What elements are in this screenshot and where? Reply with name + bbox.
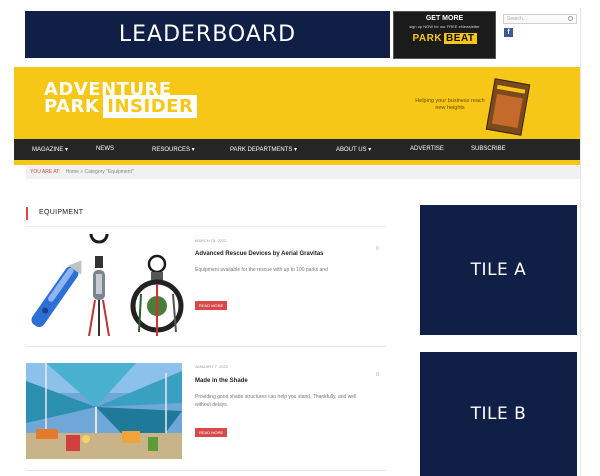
post-thumbnail-rescue-gear[interactable] xyxy=(29,234,186,336)
post-excerpt: Providing good shade structures can help… xyxy=(195,394,357,408)
search-icon[interactable] xyxy=(568,16,573,21)
post-thumbnail-shade-structure[interactable] xyxy=(26,363,182,459)
page-right-border xyxy=(580,8,581,476)
nav-item-advertise[interactable]: ADVERTISE xyxy=(410,146,444,152)
tile-b-ad[interactable]: TILE B xyxy=(420,352,577,476)
post-title-link[interactable]: Made in the Shade xyxy=(195,378,375,384)
promo-brand: PARK BEAT xyxy=(394,33,495,44)
nav-item-resources[interactable]: RESOURCES ▾ xyxy=(152,146,195,153)
read-more-button[interactable]: READ MORE xyxy=(195,301,228,310)
promo-brand-beat: BEAT xyxy=(444,33,477,44)
nav-item-park-departments[interactable]: PARK DEPARTMENTS ▾ xyxy=(230,146,297,153)
post-separator xyxy=(26,346,386,347)
promo-brand-word: PARK xyxy=(412,33,443,44)
read-more-button[interactable]: READ MORE xyxy=(195,428,228,437)
post-excerpt: Equipment available for the rescue with … xyxy=(195,267,328,273)
breadcrumb-current: Category "Equipment" xyxy=(84,169,134,175)
post-date: JANUARY 7, 2022 xyxy=(195,364,228,369)
nav-item-magazine[interactable]: MAGAZINE ▾ xyxy=(32,146,68,153)
tile-a-ad[interactable]: TILE A xyxy=(420,205,577,335)
main-nav: MAGAZINE ▾ NEWS RESOURCES ▾ PARK DEPARTM… xyxy=(14,139,580,160)
facebook-icon[interactable]: f xyxy=(504,28,513,37)
post-title-link[interactable]: Advanced Rescue Devices by Aerial Gravit… xyxy=(195,251,375,257)
breadcrumb-home-link[interactable]: Home xyxy=(66,169,79,175)
search-input[interactable]: Search... xyxy=(503,14,577,24)
nav-item-news[interactable]: NEWS xyxy=(96,146,114,152)
post-date: MARCH 15, 2022 xyxy=(195,238,227,243)
tagline: Helping your business reach new heights xyxy=(415,98,485,111)
breadcrumb-separator: » xyxy=(80,169,84,175)
leaderboard-ad[interactable]: LEADERBOARD xyxy=(25,11,390,58)
post-separator xyxy=(26,470,386,471)
newsletter-promo-ad[interactable]: GET MORE sign up NOW for our FREE eNewsl… xyxy=(393,11,496,59)
comments-count[interactable]: 0 xyxy=(376,246,379,252)
comments-count[interactable]: 0 xyxy=(376,372,379,378)
promo-subline: sign up NOW for our FREE eNewsletter xyxy=(409,24,480,29)
section-divider xyxy=(26,226,386,227)
section-accent-bar xyxy=(26,207,28,220)
nav-item-subscribe[interactable]: SUBSCRIBE xyxy=(471,146,506,152)
search-placeholder: Search... xyxy=(507,16,528,22)
logo-line-park-insider: PARK INSIDER xyxy=(44,95,198,118)
promo-headline: GET MORE xyxy=(425,15,464,22)
logo-word-park: PARK xyxy=(44,96,100,117)
site-header-banner: ADVENTURE PARK INSIDER Helping your busin… xyxy=(14,67,580,139)
site-logo[interactable]: ADVENTURE PARK INSIDER xyxy=(44,81,198,118)
section-title: EQUIPMENT xyxy=(39,209,84,216)
logo-word-insider: INSIDER xyxy=(103,95,198,118)
magazine-cover-image[interactable] xyxy=(485,78,531,136)
nav-item-about-us[interactable]: ABOUT US ▾ xyxy=(336,146,371,153)
nav-bottom-strip xyxy=(14,160,580,165)
breadcrumb-you-are-at: YOU ARE AT: xyxy=(30,169,61,175)
breadcrumb: YOU ARE AT: Home » Category "Equipment" xyxy=(26,166,580,179)
